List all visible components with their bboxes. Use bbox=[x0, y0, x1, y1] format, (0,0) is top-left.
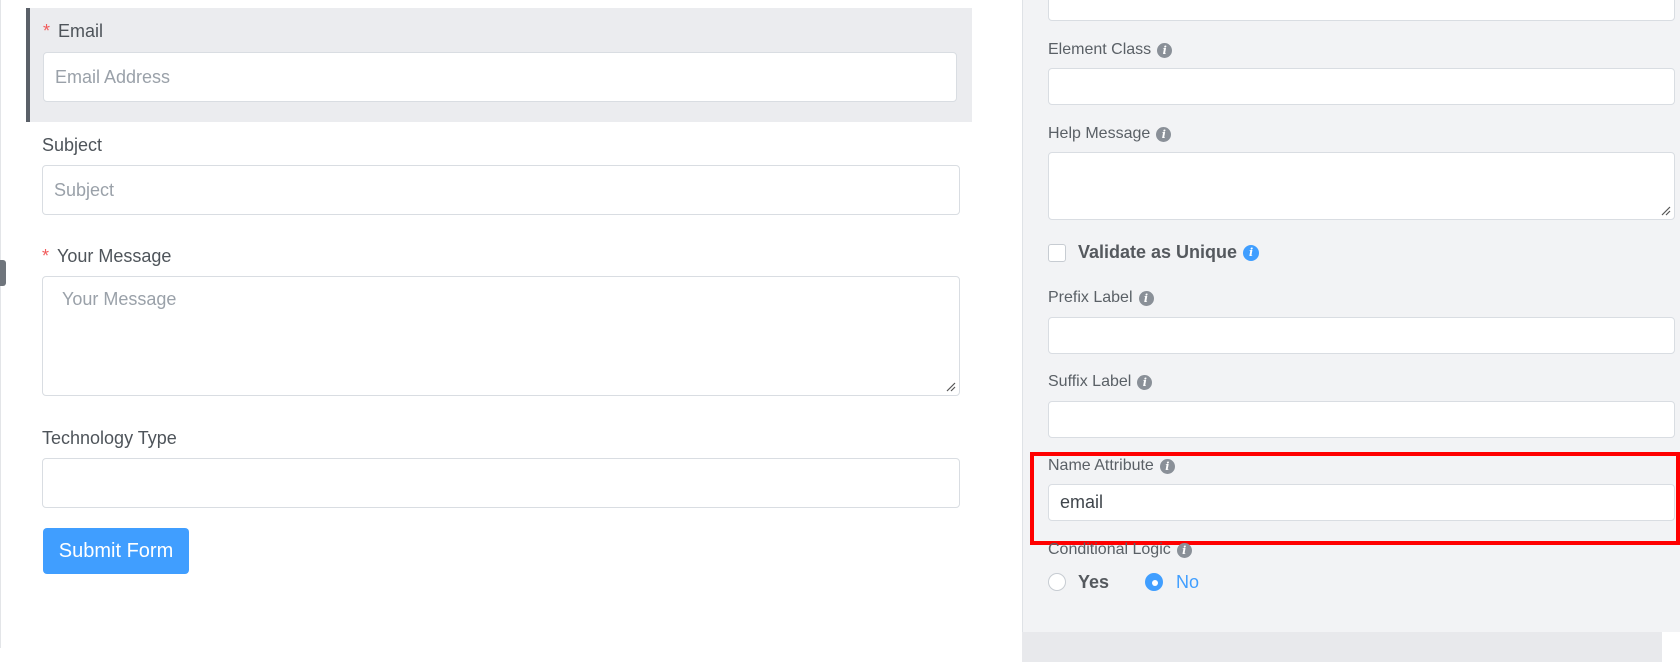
element-class-label: Element Class i bbox=[1048, 41, 1173, 59]
required-mark: * bbox=[42, 246, 50, 266]
resize-grip-icon[interactable] bbox=[946, 382, 956, 392]
email-input[interactable]: Email Address bbox=[43, 52, 957, 102]
info-icon[interactable]: i bbox=[1243, 244, 1260, 261]
email-label: * Email bbox=[43, 21, 104, 41]
subject-label: Subject bbox=[42, 135, 103, 155]
message-textarea[interactable]: Your Message bbox=[42, 276, 960, 396]
subject-placeholder: Subject bbox=[54, 179, 115, 200]
message-placeholder: Your Message bbox=[62, 289, 177, 309]
conditional-yes-radio[interactable] bbox=[1048, 573, 1066, 591]
info-icon[interactable]: i bbox=[1138, 290, 1154, 306]
validate-unique-label: Validate as Unique i bbox=[1078, 242, 1260, 263]
info-icon[interactable]: i bbox=[1137, 374, 1153, 390]
info-icon[interactable]: i bbox=[1176, 542, 1192, 558]
prefix-label-input[interactable] bbox=[1048, 317, 1675, 354]
message-label: * Your Message bbox=[42, 246, 172, 266]
subject-input[interactable]: Subject bbox=[42, 165, 960, 215]
submit-label: Submit Form bbox=[58, 539, 174, 562]
submit-button[interactable]: Submit Form bbox=[43, 528, 189, 574]
prefix-label-label: Prefix Label i bbox=[1048, 289, 1154, 307]
highlight-box bbox=[1030, 452, 1680, 545]
info-icon[interactable]: i bbox=[1156, 126, 1172, 142]
top-settings-input[interactable] bbox=[1048, 0, 1675, 21]
settings-panel-footer bbox=[1022, 632, 1662, 662]
conditional-no-label: No bbox=[1176, 572, 1200, 592]
suffix-label-input[interactable] bbox=[1048, 401, 1675, 438]
validate-unique-checkbox[interactable] bbox=[1048, 244, 1066, 262]
resize-grip-icon[interactable] bbox=[1661, 206, 1671, 216]
help-message-label: Help Message i bbox=[1048, 125, 1172, 143]
form-editor: * Email Email Address Subject Subject * Yo… bbox=[0, 0, 1680, 662]
element-class-input[interactable] bbox=[1048, 68, 1675, 105]
drag-handle[interactable] bbox=[0, 260, 6, 286]
email-placeholder: Email Address bbox=[55, 66, 171, 87]
conditional-no-radio[interactable] bbox=[1145, 573, 1163, 591]
conditional-yes-label: Yes bbox=[1078, 572, 1110, 592]
help-message-textarea[interactable] bbox=[1048, 152, 1675, 220]
left-divider bbox=[0, 0, 1, 648]
technology-label: Technology Type bbox=[42, 428, 177, 448]
technology-input[interactable] bbox=[42, 458, 960, 508]
required-mark: * bbox=[43, 21, 51, 41]
info-icon[interactable]: i bbox=[1157, 42, 1173, 58]
suffix-label-label: Suffix Label i bbox=[1048, 373, 1153, 391]
conditional-logic-label: Conditional Logic i bbox=[1048, 541, 1192, 559]
